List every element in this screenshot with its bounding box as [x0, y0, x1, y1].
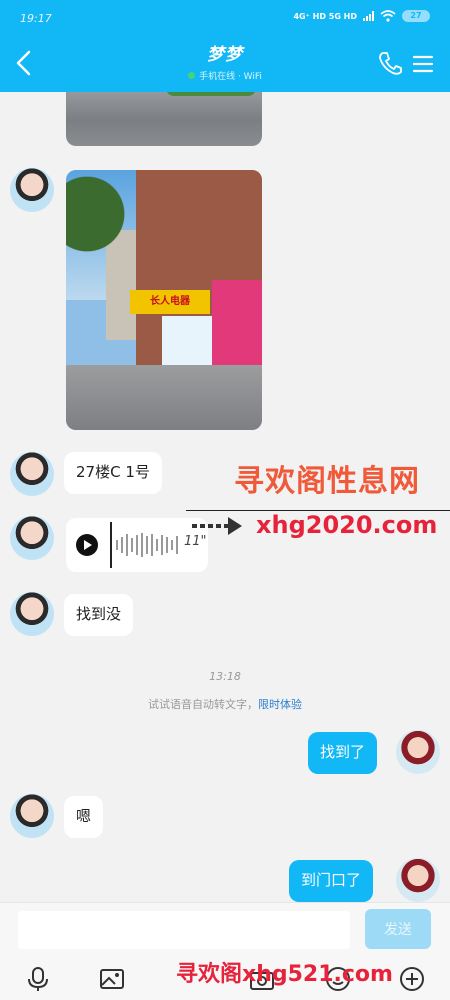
avatar-contact[interactable] — [10, 168, 54, 212]
battery-indicator: 27 — [402, 10, 430, 22]
back-icon[interactable] — [12, 48, 36, 78]
avatar-self[interactable] — [396, 730, 440, 774]
wifi-icon — [380, 10, 396, 22]
chat-title-area[interactable]: 梦梦 手机在线 · WiFi — [120, 40, 330, 82]
message-timestamp: 13:18 — [209, 670, 241, 683]
network-label: 4G⁺ HD 5G HD — [293, 11, 357, 21]
watermark-url: xhg2020.com — [256, 511, 438, 539]
message-bubble-incoming[interactable]: 找到没 — [64, 594, 134, 636]
status-indicators: 4G⁺ HD 5G HD 27 — [293, 10, 430, 22]
avatar-self[interactable] — [396, 858, 440, 902]
play-icon[interactable] — [76, 534, 98, 556]
voice-progress-cursor — [110, 522, 112, 568]
image-icon[interactable] — [98, 965, 126, 993]
waveform-icon — [116, 532, 178, 558]
tip-link[interactable]: 限时体验 — [258, 698, 302, 711]
message-bubble-incoming[interactable]: 27楼C 1号 — [64, 452, 162, 494]
status-bar: 19:17 4G⁺ HD 5G HD 27 — [0, 0, 450, 34]
photo-shop-window — [162, 316, 212, 366]
online-status-label: 手机在线 · WiFi — [199, 72, 262, 82]
message-bubble-outgoing[interactable]: 找到了 — [308, 732, 378, 774]
photo-street — [66, 365, 262, 430]
avatar-contact[interactable] — [10, 452, 54, 496]
photo-tree — [66, 170, 136, 280]
voice-to-text-tip: 试试语音自动转文字，限时体验 — [0, 696, 450, 712]
plus-icon[interactable] — [398, 965, 426, 993]
photo-shop-pink — [212, 280, 262, 370]
status-time: 19:17 — [20, 12, 52, 25]
avatar-contact[interactable] — [10, 516, 54, 560]
message-bubble-outgoing[interactable]: 到门口了 — [289, 860, 374, 902]
voice-message[interactable]: 11" — [66, 518, 208, 572]
avatar-contact[interactable] — [10, 794, 54, 838]
arrow-icon — [192, 517, 242, 535]
online-status: 手机在线 · WiFi — [120, 69, 330, 82]
online-dot-icon — [188, 72, 196, 79]
chat-header: 19:17 4G⁺ HD 5G HD 27 梦梦 手机在线 · WiFi — [0, 0, 450, 92]
watermark-bottom: 寻欢阁xhg521.com — [176, 962, 393, 987]
tip-text: 试试语音自动转文字， — [148, 698, 258, 711]
photo-plants — [166, 92, 256, 96]
microphone-icon[interactable] — [24, 965, 52, 993]
chat-title: 梦梦 — [207, 45, 243, 65]
menu-icon[interactable] — [412, 54, 434, 74]
phone-icon[interactable] — [378, 50, 402, 76]
message-bubble-incoming[interactable]: 嗯 — [64, 796, 104, 838]
image-message-partial[interactable] — [66, 92, 262, 146]
avatar-contact[interactable] — [10, 592, 54, 636]
signal-icon — [363, 11, 374, 21]
photo-shop-sign: 长人电器 — [130, 290, 210, 314]
message-input[interactable] — [18, 911, 350, 949]
image-message[interactable]: 长人电器 — [66, 170, 262, 430]
watermark-text: 寻欢阁性息网 — [234, 464, 420, 499]
send-button[interactable]: 发送 — [365, 909, 431, 949]
